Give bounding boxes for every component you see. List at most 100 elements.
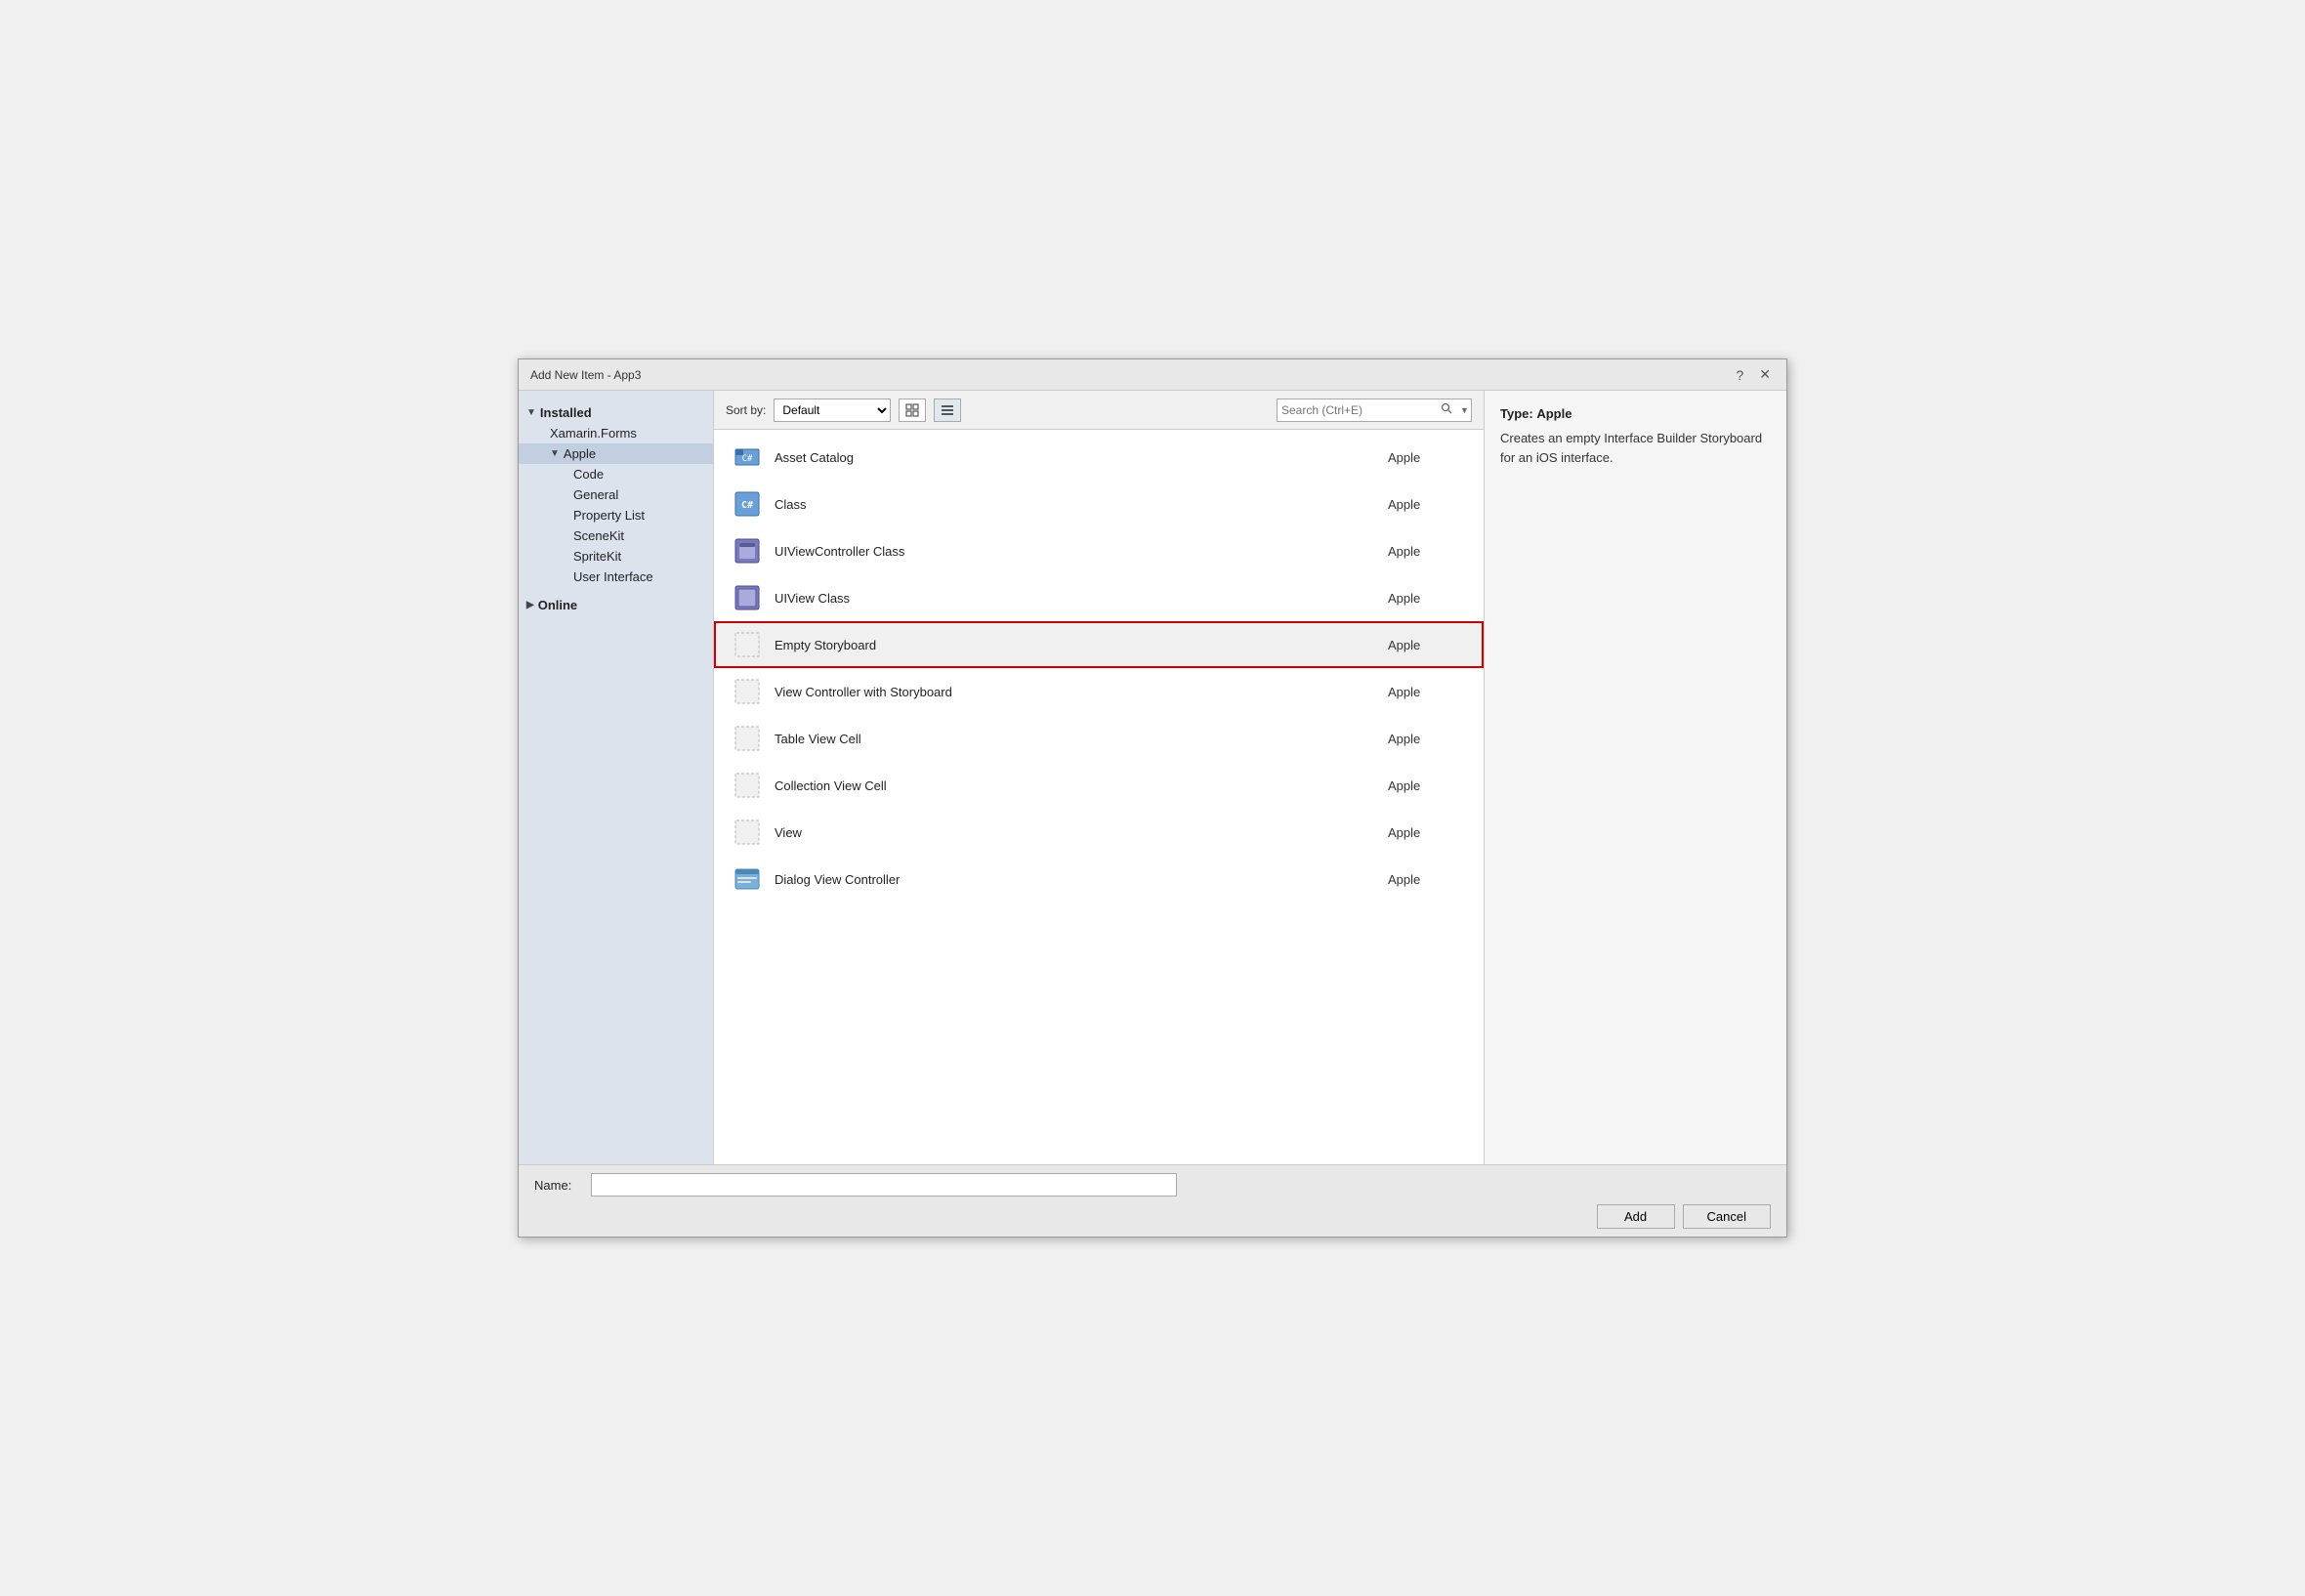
sort-by-label: Sort by: <box>726 403 766 417</box>
close-button[interactable]: ✕ <box>1755 364 1775 385</box>
title-bar: Add New Item - App3 ? ✕ <box>519 359 1786 391</box>
item-category: Apple <box>1388 825 1466 840</box>
code-label: Code <box>573 467 604 482</box>
help-button[interactable]: ? <box>1732 365 1747 385</box>
property-list-label: Property List <box>573 508 645 523</box>
sidebar-item-scenekit[interactable]: SceneKit <box>519 525 713 546</box>
title-bar-controls: ? ✕ <box>1732 364 1775 385</box>
info-description: Creates an empty Interface Builder Story… <box>1500 429 1771 467</box>
item-category: Apple <box>1388 732 1466 746</box>
installed-arrow: ▼ <box>526 407 536 418</box>
sidebar: ▼ Installed Xamarin.Forms ▼ Apple Code G… <box>519 391 714 1164</box>
item-name: View Controller with Storyboard <box>775 685 1376 699</box>
list-item[interactable]: C# Class Apple <box>714 481 1484 527</box>
list-item[interactable]: View Apple <box>714 809 1484 856</box>
list-item[interactable]: UIView Class Apple <box>714 574 1484 621</box>
info-panel: Type: Apple Creates an empty Interface B… <box>1484 391 1786 1164</box>
generic-icon <box>732 817 763 848</box>
list-item[interactable]: Empty Storyboard Apple <box>714 621 1484 668</box>
sidebar-item-general[interactable]: General <box>519 484 713 505</box>
type-label-text: Type: <box>1500 406 1536 421</box>
item-name: Class <box>775 497 1376 512</box>
item-name: View <box>775 825 1376 840</box>
sidebar-item-apple[interactable]: ▼ Apple <box>519 443 713 464</box>
main-content: Sort by: Default <box>714 391 1484 1164</box>
sidebar-item-code[interactable]: Code <box>519 464 713 484</box>
svg-text:C#: C# <box>741 500 753 511</box>
list-item[interactable]: View Controller with Storyboard Apple <box>714 668 1484 715</box>
type-value-text: Apple <box>1536 406 1572 421</box>
item-category: Apple <box>1388 591 1466 606</box>
storyboard-icon <box>732 629 763 660</box>
sort-select[interactable]: Default <box>774 399 891 422</box>
item-name: Asset Catalog <box>775 450 1376 465</box>
item-name: UIViewController Class <box>775 544 1376 559</box>
sidebar-item-spritekit[interactable]: SpriteKit <box>519 546 713 567</box>
item-name: Table View Cell <box>775 732 1376 746</box>
search-box: ▼ <box>1277 399 1472 422</box>
add-button[interactable]: Add <box>1597 1204 1675 1229</box>
item-category: Apple <box>1388 778 1466 793</box>
item-name: Empty Storyboard <box>775 638 1376 652</box>
sidebar-item-property-list[interactable]: Property List <box>519 505 713 525</box>
item-category: Apple <box>1388 450 1466 465</box>
name-label: Name: <box>534 1178 583 1193</box>
xamarin-forms-label: Xamarin.Forms <box>550 426 637 441</box>
list-view-button[interactable] <box>934 399 961 422</box>
online-section: ▶ Online <box>519 591 713 619</box>
search-icon-button[interactable] <box>1437 402 1456 417</box>
online-label: Online <box>538 598 577 612</box>
cancel-button[interactable]: Cancel <box>1683 1204 1771 1229</box>
search-dropdown-button[interactable]: ▼ <box>1456 405 1473 415</box>
general-label: General <box>573 487 618 502</box>
uivc-icon <box>732 535 763 567</box>
online-arrow: ▶ <box>526 600 534 610</box>
item-category: Apple <box>1388 544 1466 559</box>
list-item[interactable]: Table View Cell Apple <box>714 715 1484 762</box>
item-name: Collection View Cell <box>775 778 1376 793</box>
apple-label: Apple <box>564 446 596 461</box>
item-name: Dialog View Controller <box>775 872 1376 887</box>
uiview-icon <box>732 582 763 613</box>
search-input[interactable] <box>1278 403 1437 417</box>
sidebar-item-xamarin-forms[interactable]: Xamarin.Forms <box>519 423 713 443</box>
name-row: Name: <box>534 1173 1771 1197</box>
sidebar-item-online[interactable]: ▶ Online <box>519 595 713 615</box>
list-item[interactable]: C# Asset Catalog Apple <box>714 434 1484 481</box>
item-category: Apple <box>1388 685 1466 699</box>
sidebar-item-user-interface[interactable]: User Interface <box>519 567 713 587</box>
item-category: Apple <box>1388 872 1466 887</box>
svg-text:C#: C# <box>742 454 753 464</box>
generic-icon <box>732 676 763 707</box>
dialog-title: Add New Item - App3 <box>530 368 641 382</box>
installed-section: ▼ Installed Xamarin.Forms ▼ Apple Code G… <box>519 399 713 591</box>
list-view-icon <box>941 403 954 417</box>
dialog-icon <box>732 863 763 895</box>
apple-arrow: ▼ <box>550 448 560 459</box>
scenekit-label: SceneKit <box>573 528 624 543</box>
action-row: Add Cancel <box>534 1204 1771 1229</box>
class-icon: C# <box>732 488 763 520</box>
list-item[interactable]: UIViewController Class Apple <box>714 527 1484 574</box>
spritekit-label: SpriteKit <box>573 549 621 564</box>
name-input[interactable] <box>591 1173 1177 1197</box>
grid-view-icon <box>905 403 919 417</box>
toolbar: Sort by: Default <box>714 391 1484 430</box>
item-category: Apple <box>1388 497 1466 512</box>
dialog-body: ▼ Installed Xamarin.Forms ▼ Apple Code G… <box>519 391 1786 1164</box>
info-type-row: Type: Apple <box>1500 406 1771 421</box>
item-category: Apple <box>1388 638 1466 652</box>
add-new-item-dialog: Add New Item - App3 ? ✕ ▼ Installed Xama… <box>518 358 1787 1238</box>
generic-icon <box>732 770 763 801</box>
bottom-bar: Name: Add Cancel <box>519 1164 1786 1237</box>
user-interface-label: User Interface <box>573 569 653 584</box>
sidebar-item-installed[interactable]: ▼ Installed <box>519 402 713 423</box>
generic-icon <box>732 723 763 754</box>
list-item[interactable]: Dialog View Controller Apple <box>714 856 1484 903</box>
search-icon <box>1441 402 1452 414</box>
asset-icon: C# <box>732 441 763 473</box>
grid-view-button[interactable] <box>899 399 926 422</box>
installed-label: Installed <box>540 405 592 420</box>
list-item[interactable]: Collection View Cell Apple <box>714 762 1484 809</box>
item-name: UIView Class <box>775 591 1376 606</box>
